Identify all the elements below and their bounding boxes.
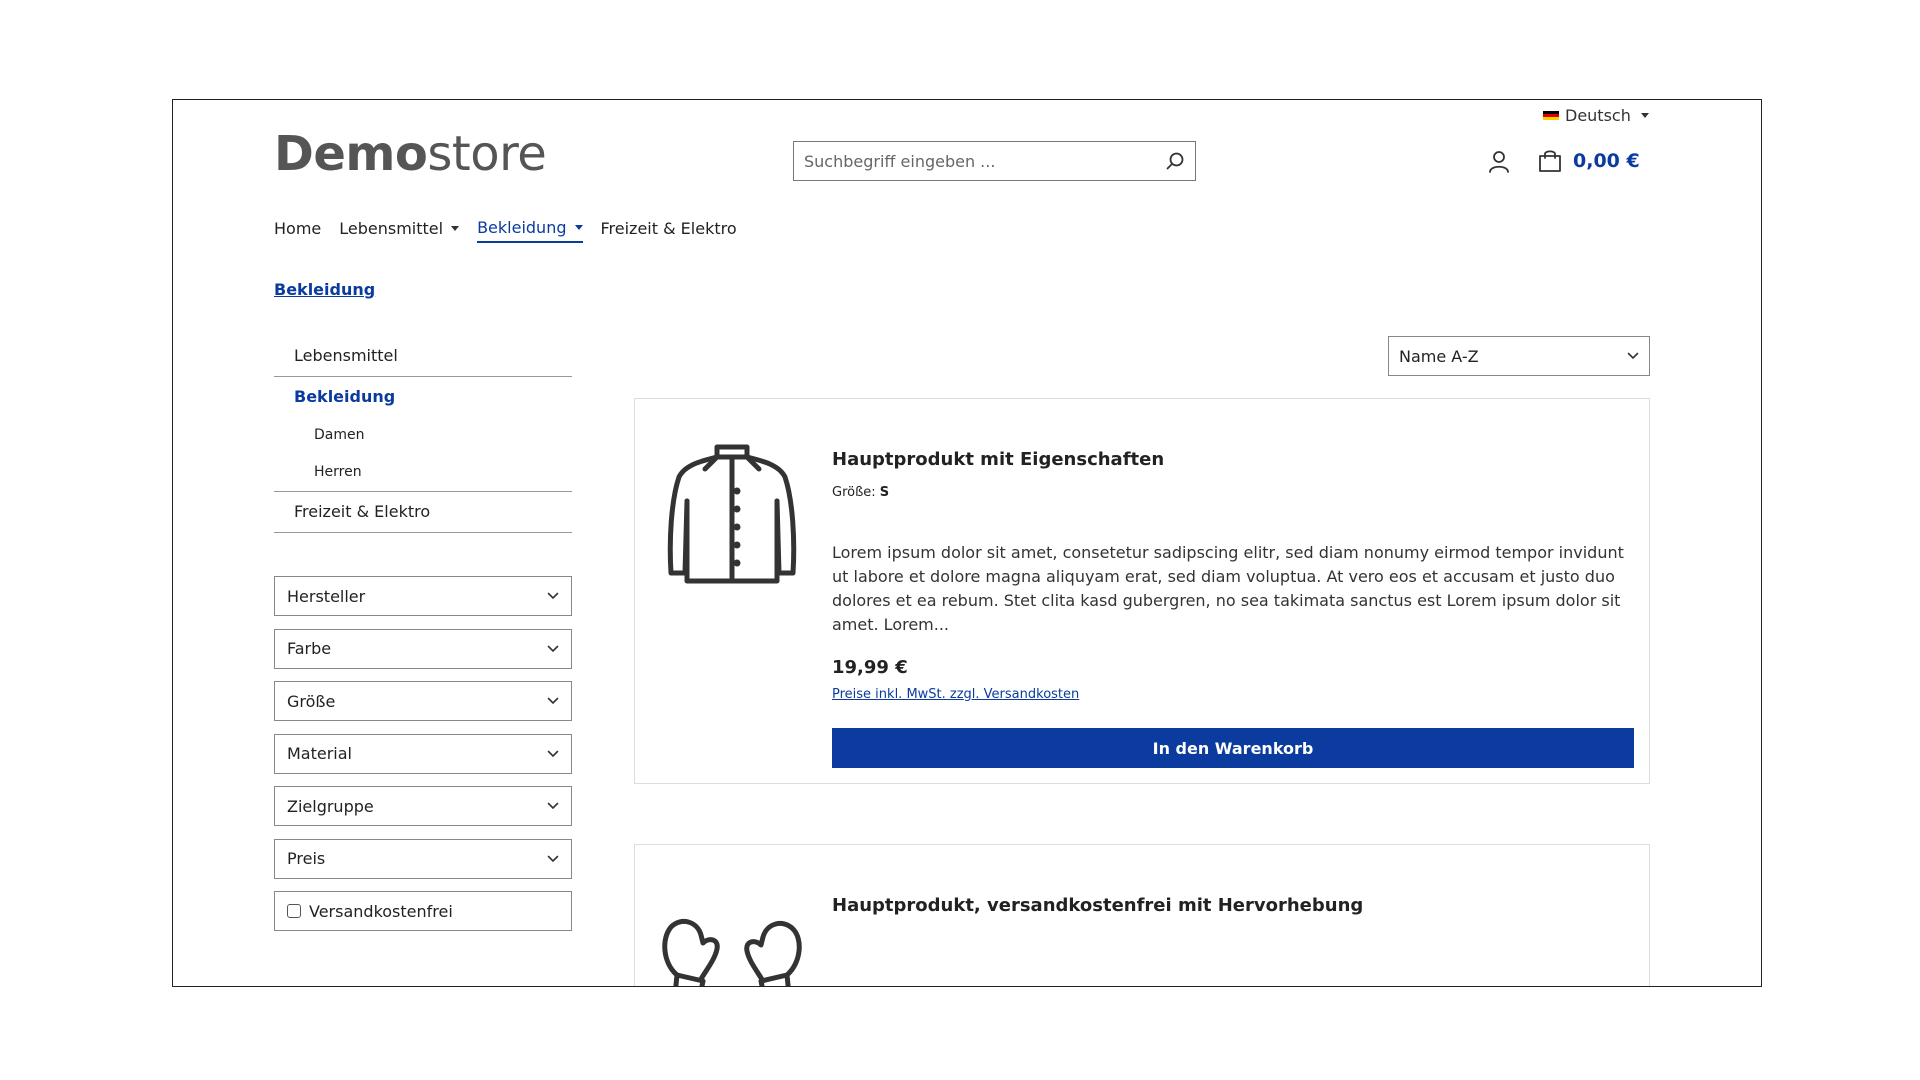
caret-down-icon — [451, 226, 460, 231]
search-input[interactable] — [794, 143, 1155, 179]
property-label: Größe: — [832, 485, 876, 500]
mittens-icon[interactable] — [657, 915, 807, 987]
breadcrumb[interactable]: Bekleidung — [274, 280, 375, 299]
filter-versandkostenfrei[interactable]: Versandkostenfrei — [274, 891, 572, 931]
product-card: Hauptprodukt mit Eigenschaften Größe: S … — [634, 398, 1650, 784]
sidebar-item-bekleidung[interactable]: Bekleidung — [274, 377, 572, 417]
filter-label: Hersteller — [287, 586, 366, 606]
product-price: 19,99 € — [832, 657, 908, 678]
product-property: Größe: S — [832, 485, 889, 500]
nav-item-label: Freizeit & Elektro — [600, 219, 737, 238]
chevron-down-icon — [547, 855, 559, 862]
product-description: Lorem ipsum dolor sit amet, consetetur s… — [832, 543, 1624, 634]
property-value: S — [879, 485, 890, 500]
nav-item-freizeit-elektro[interactable]: Freizeit & Elektro — [601, 218, 737, 243]
vat-shipping-link[interactable]: Preise inkl. MwSt. zzgl. Versandkosten — [832, 687, 1079, 702]
chevron-down-icon — [547, 802, 559, 810]
nav-item-label: Home — [274, 219, 322, 238]
add-to-cart-button[interactable]: In den Warenkorb — [832, 728, 1634, 768]
filter-label: Material — [287, 744, 352, 763]
chevron-down-icon — [547, 592, 559, 600]
nav-item-lebensmittel[interactable]: Lebensmittel — [339, 218, 460, 243]
cart-total[interactable]: 0,00 € — [1573, 150, 1640, 172]
category-sidebar: Lebensmittel Bekleidung Damen Herren Fre… — [274, 336, 572, 533]
filter-hersteller[interactable]: Hersteller — [274, 576, 572, 616]
shipping-free-checkbox[interactable] — [287, 904, 301, 918]
sidebar-item-freizeit-elektro[interactable]: Freizeit & Elektro — [274, 492, 572, 533]
filter-label: Versandkostenfrei — [309, 901, 453, 921]
german-flag-icon — [1543, 110, 1559, 121]
chevron-down-icon — [547, 750, 559, 757]
search-icon[interactable] — [1155, 142, 1195, 180]
chevron-down-icon — [1627, 352, 1639, 360]
nav-item-bekleidung[interactable]: Bekleidung — [477, 218, 583, 243]
nav-item-home[interactable]: Home — [274, 218, 321, 243]
nav-item-label: Lebensmittel — [339, 219, 444, 238]
chevron-down-icon — [547, 697, 559, 705]
sidebar-item-damen[interactable]: Damen — [274, 417, 572, 454]
chevron-down-icon — [547, 645, 559, 652]
language-label: Deutsch — [1565, 106, 1631, 125]
filter-label: Farbe — [287, 639, 332, 658]
filter-label: Zielgruppe — [287, 796, 374, 816]
sidebar-subgroup-bekleidung: Bekleidung Damen Herren — [274, 377, 572, 492]
main-navigation: Home Lebensmittel Bekleidung Freizeit & … — [274, 218, 755, 243]
product-title[interactable]: Hauptprodukt, versandkostenfrei mit Herv… — [832, 895, 1363, 916]
sort-select[interactable]: Name A-Z — [1388, 336, 1650, 376]
filter-material[interactable]: Material — [274, 733, 572, 774]
sort-selected-value: Name A-Z — [1399, 346, 1479, 366]
logo-bold-text: Demo — [274, 126, 428, 182]
filter-zielgruppe[interactable]: Zielgruppe — [274, 786, 572, 826]
jacket-icon[interactable] — [665, 441, 799, 586]
store-logo[interactable]: Demostore — [274, 130, 547, 178]
filter-label: Größe — [287, 691, 336, 711]
product-title[interactable]: Hauptprodukt mit Eigenschaften — [832, 449, 1164, 470]
product-card: Hauptprodukt, versandkostenfrei mit Herv… — [634, 844, 1650, 987]
filter-label: Preis — [287, 849, 326, 868]
caret-down-icon — [574, 225, 583, 230]
logo-light-text: store — [427, 126, 547, 182]
filter-preis[interactable]: Preis — [274, 838, 572, 879]
caret-down-icon — [1640, 113, 1649, 118]
search-box — [793, 141, 1196, 181]
language-selector[interactable]: Deutsch — [1543, 106, 1649, 125]
filter-panel: Hersteller Farbe Größe Material Zielgrup… — [274, 576, 572, 944]
filter-farbe[interactable]: Farbe — [274, 628, 572, 669]
sidebar-item-herren[interactable]: Herren — [274, 454, 572, 491]
nav-item-label: Bekleidung — [477, 218, 567, 237]
browser-viewport: Deutsch Demostore 0,00 € Home Lebensmitt… — [172, 99, 1762, 987]
filter-groesse[interactable]: Größe — [274, 681, 572, 721]
account-icon[interactable] — [1488, 150, 1510, 178]
sidebar-item-lebensmittel[interactable]: Lebensmittel — [274, 336, 572, 377]
cart-icon[interactable] — [1537, 148, 1563, 178]
